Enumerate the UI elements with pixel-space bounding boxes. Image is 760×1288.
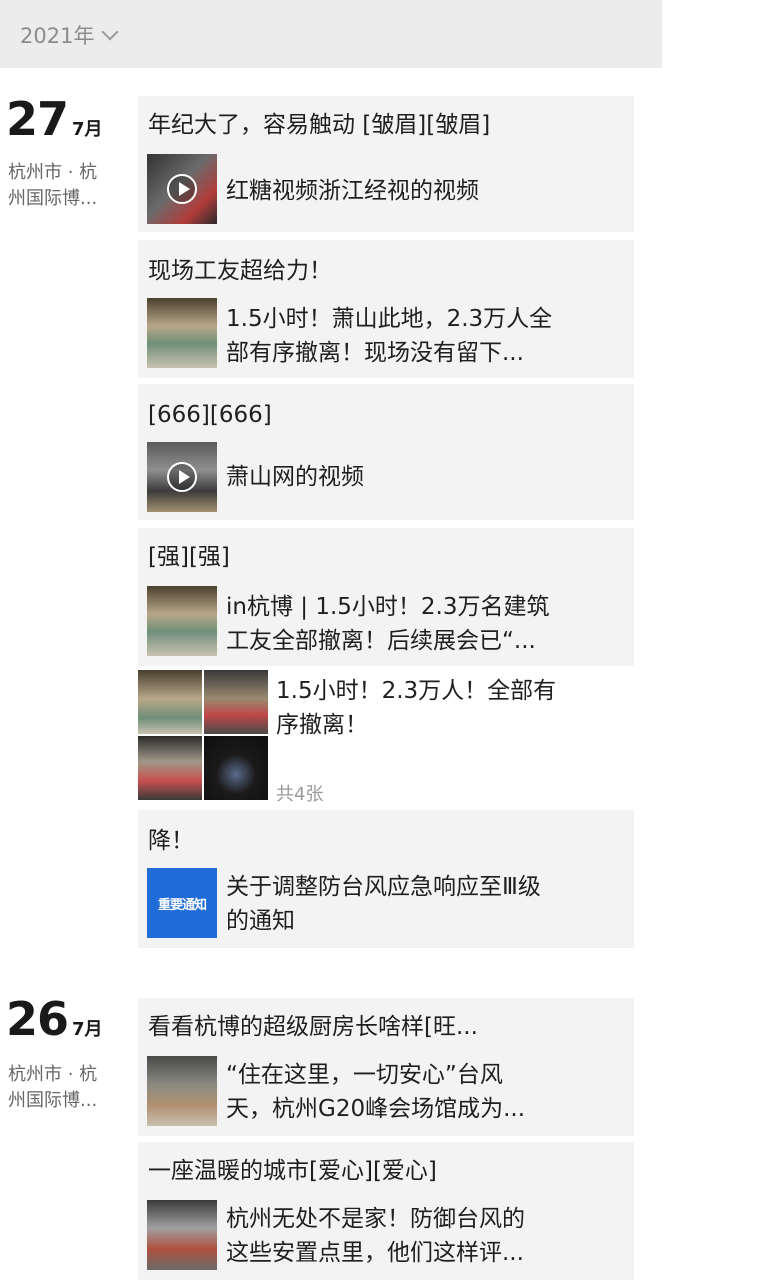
post-text: 看看杭博的超级厨房长啥样[旺... <box>148 1014 478 1040</box>
photo-2[interactable] <box>204 670 268 734</box>
post-card[interactable]: 降！ 重要通知 关于调整防台风应急响应至Ⅲ级 的通知 <box>138 810 634 948</box>
location-line: 州国际博... <box>8 188 98 209</box>
link-title: 关于调整防台风应急响应至Ⅲ级 的通知 <box>226 870 626 938</box>
link-title: 红糖视频浙江经视的视频 <box>226 174 626 208</box>
link-title: 杭州无处不是家！防御台风的 这些安置点里，他们这样评... <box>226 1202 626 1270</box>
link-thumbnail[interactable] <box>147 1056 217 1126</box>
location-line: 州国际博... <box>8 1090 98 1111</box>
post-card[interactable]: [强][强] in杭博 | 1.5小时！2.3万名建筑 工友全部撤离！后续展会已… <box>138 528 634 666</box>
post-card[interactable]: 看看杭博的超级厨房长啥样[旺... “住在这里，一切安心”台风 天，杭州G20峰… <box>138 998 634 1136</box>
link-title-line: 1.5小时！萧山此地，2.3万人全 <box>226 306 553 332</box>
link-title-line: 关于调整防台风应急响应至Ⅲ级 <box>226 874 541 900</box>
post-card[interactable]: 年纪大了，容易触动 [皱眉][皱眉] 红糖视频浙江经视的视频 <box>138 96 634 232</box>
year-label: 2021年 <box>20 24 95 48</box>
link-title-line: “住在这里，一切安心”台风 <box>226 1062 503 1088</box>
photo-grid[interactable] <box>138 670 270 802</box>
location-label[interactable]: 杭州市 · 杭 州国际博... <box>8 1062 128 1114</box>
day-month: 7月 <box>72 119 103 140</box>
post-text: 一座温暖的城市[爱心][爱心] <box>148 1158 437 1184</box>
post-card[interactable]: [666][666] 萧山网的视频 <box>138 384 634 520</box>
post-text-line: 1.5小时！2.3万人！全部有 <box>276 678 557 704</box>
day-month: 7月 <box>72 1019 103 1040</box>
post-text: [强][强] <box>148 544 230 570</box>
video-thumbnail[interactable] <box>147 442 217 512</box>
link-title-line: 红糖视频浙江经视的视频 <box>226 178 479 204</box>
day-number: 26 <box>6 992 69 1046</box>
date-header: 26 7月 <box>6 996 103 1042</box>
post-text: 1.5小时！2.3万人！全部有 序撤离！ <box>276 674 636 742</box>
link-title-line: 工友全部撤离！后续展会已“... <box>226 628 536 654</box>
photo-count: 共4张 <box>276 784 324 805</box>
video-thumbnail[interactable] <box>147 154 217 224</box>
link-thumbnail[interactable] <box>147 586 217 656</box>
date-header: 27 7月 <box>6 96 103 142</box>
link-title: 1.5小时！萧山此地，2.3万人全 部有序撤离！现场没有留下... <box>226 302 626 370</box>
location-line: 杭州市 · 杭 <box>8 162 98 183</box>
year-selector[interactable]: 2021年 <box>20 20 119 50</box>
link-thumbnail[interactable] <box>147 1200 217 1270</box>
link-title-line: in杭博 | 1.5小时！2.3万名建筑 <box>226 594 550 620</box>
link-title-line: 这些安置点里，他们这样评... <box>226 1240 524 1266</box>
play-icon <box>167 462 197 492</box>
link-title-line: 部有序撤离！现场没有留下... <box>226 340 524 366</box>
link-title-line: 的通知 <box>226 908 295 934</box>
thumbnail-label: 重要通知 <box>157 897 207 913</box>
link-title: 萧山网的视频 <box>226 460 626 494</box>
post-text: 年纪大了，容易触动 [皱眉][皱眉] <box>148 112 491 138</box>
location-line: 杭州市 · 杭 <box>8 1064 98 1085</box>
link-title: in杭博 | 1.5小时！2.3万名建筑 工友全部撤离！后续展会已“... <box>226 590 626 658</box>
location-label[interactable]: 杭州市 · 杭 州国际博... <box>8 160 128 212</box>
link-title-line: 萧山网的视频 <box>226 464 364 490</box>
day-number: 27 <box>6 92 69 146</box>
play-icon <box>167 174 197 204</box>
post-text: 降！ <box>148 828 194 854</box>
post-text-line: 序撤离！ <box>276 712 368 738</box>
link-title-line: 杭州无处不是家！防御台风的 <box>226 1206 525 1232</box>
chevron-down-icon <box>101 23 119 41</box>
link-title: “住在这里，一切安心”台风 天，杭州G20峰会场馆成为... <box>226 1058 626 1126</box>
photo-4[interactable] <box>204 736 268 800</box>
photo-1[interactable] <box>138 670 202 734</box>
photo-3[interactable] <box>138 736 202 800</box>
link-title-line: 天，杭州G20峰会场馆成为... <box>226 1096 526 1122</box>
post-text: 现场工友超给力！ <box>148 258 332 284</box>
year-filter-bar: 2021年 <box>0 0 662 68</box>
link-thumbnail[interactable] <box>147 298 217 368</box>
post-card[interactable]: 现场工友超给力！ 1.5小时！萧山此地，2.3万人全 部有序撤离！现场没有留下.… <box>138 240 634 378</box>
notice-thumbnail[interactable]: 重要通知 <box>147 868 217 938</box>
post-card[interactable]: 一座温暖的城市[爱心][爱心] 杭州无处不是家！防御台风的 这些安置点里，他们这… <box>138 1142 634 1280</box>
post-text: [666][666] <box>148 402 272 428</box>
